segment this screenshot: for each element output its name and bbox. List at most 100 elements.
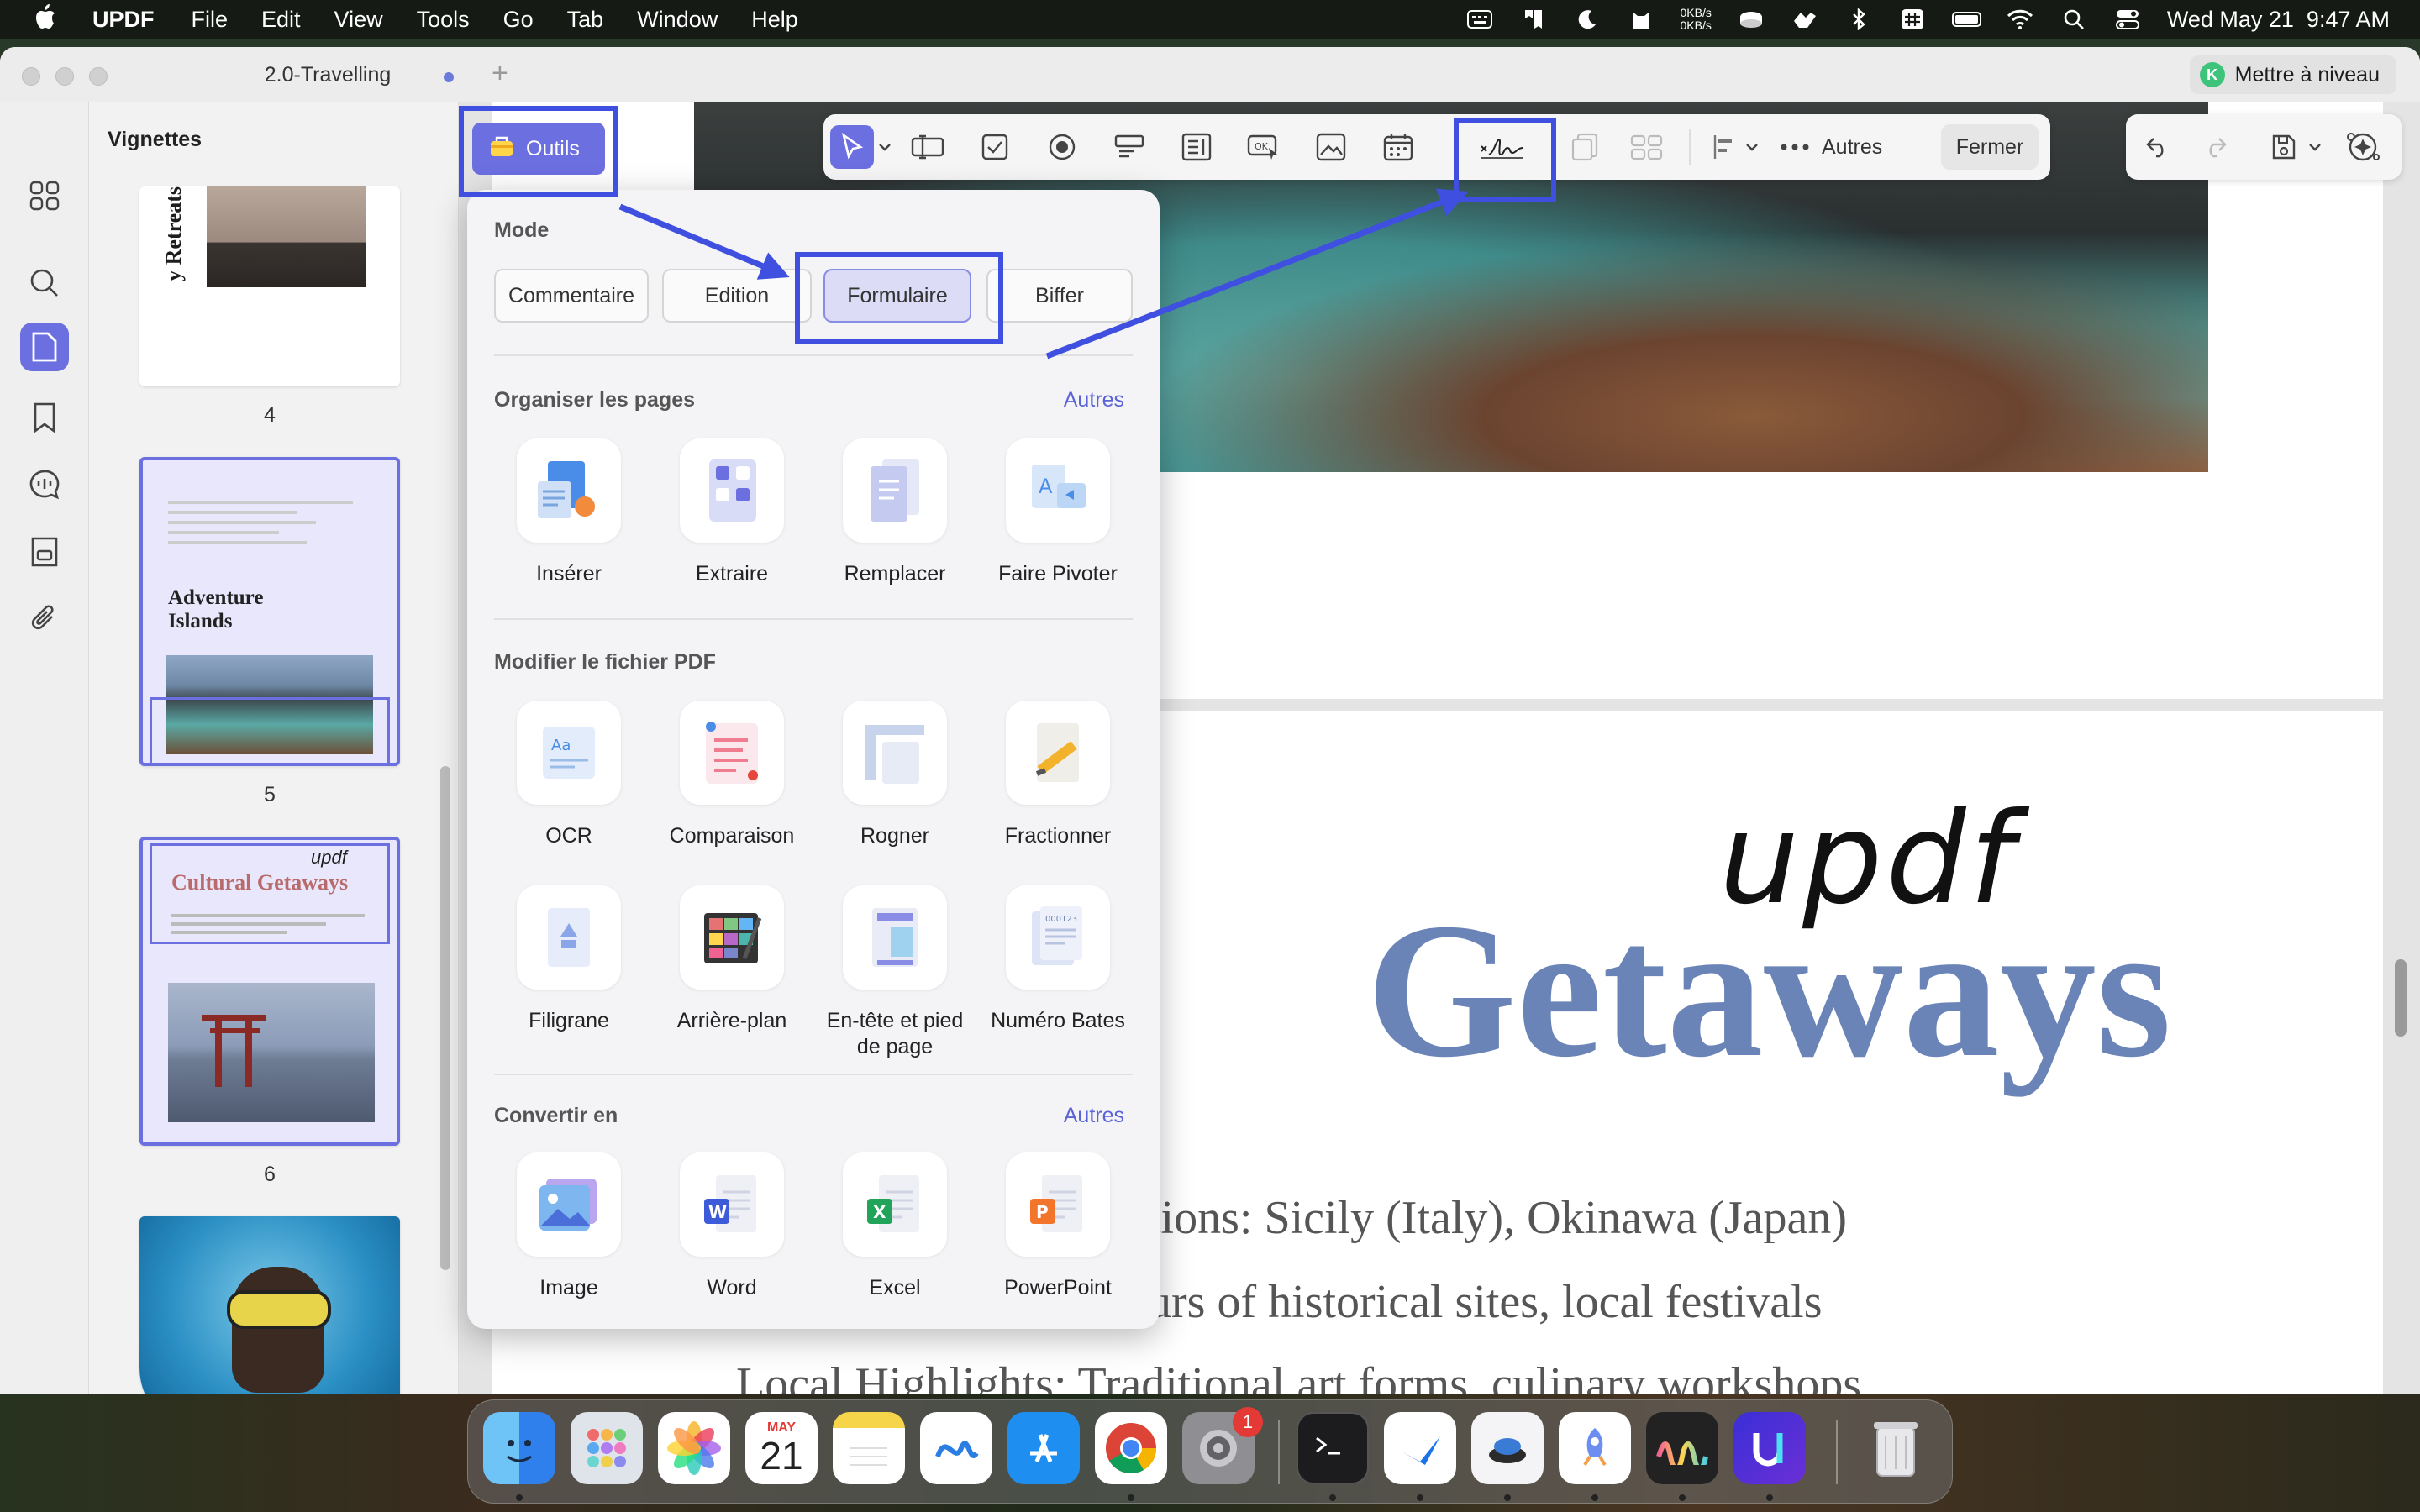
calendar-icon[interactable]: MAY 21 (745, 1412, 818, 1484)
date-field-icon[interactable] (1376, 125, 1420, 169)
comments-icon[interactable] (20, 460, 69, 509)
text-field-icon[interactable] (906, 125, 950, 169)
fermer-button[interactable]: Fermer (1941, 124, 2039, 170)
mail-app-icon[interactable] (1384, 1412, 1456, 1484)
tool-comparaison[interactable]: Comparaison (652, 701, 812, 849)
app-store-icon[interactable] (1007, 1412, 1080, 1484)
tool-entete-pied[interactable]: En-tête et pied de page (815, 885, 975, 1060)
align-chevron-down-icon[interactable] (1739, 125, 1765, 169)
rocket-app-icon[interactable] (1559, 1412, 1631, 1484)
clock[interactable]: Wed May 21 9:47 AM (2167, 7, 2390, 33)
pages-icon[interactable] (20, 323, 69, 371)
drive-app-icon[interactable] (1471, 1412, 1544, 1484)
tool-numero-bates[interactable]: 000123 Numéro Bates (978, 885, 1138, 1034)
tool-extraire[interactable]: Extraire (652, 438, 812, 587)
attachment-icon[interactable] (20, 595, 69, 643)
organize-more-link[interactable]: Autres (1064, 388, 1124, 412)
menu-go[interactable]: Go (503, 7, 534, 33)
launchpad-icon[interactable] (571, 1412, 643, 1484)
menu-window[interactable]: Window (637, 7, 718, 33)
bookmark-app-icon[interactable] (1519, 8, 1548, 30)
tool-ocr[interactable]: Aa OCR (489, 701, 649, 849)
page-thumbnail-5[interactable]: Adventure Islands (139, 457, 400, 766)
document-tab[interactable]: 2.0-Travelling (168, 47, 487, 102)
bluetooth-icon[interactable] (1844, 8, 1873, 30)
tool-convert-word[interactable]: W Word (652, 1152, 812, 1301)
photos-icon[interactable] (658, 1412, 730, 1484)
upgrade-button[interactable]: K Mettre à niveau (2189, 55, 2396, 94)
new-tab-plus-icon[interactable]: + (492, 57, 508, 90)
moon-icon[interactable] (1573, 8, 1602, 30)
dropdown-field-icon[interactable] (1107, 125, 1151, 169)
finder-icon[interactable] (483, 1412, 555, 1484)
cat-icon[interactable] (1627, 8, 1655, 30)
save-chevron-down-icon[interactable] (2302, 125, 2328, 169)
page-thumbnail-6[interactable]: updf Cultural Getaways (139, 837, 400, 1146)
page-thumbnail-7[interactable] (139, 1216, 400, 1394)
menu-edit[interactable]: Edit (261, 7, 301, 33)
tool-rogner[interactable]: Rogner (815, 701, 975, 849)
tool-filigrane[interactable]: Filigrane (489, 885, 649, 1034)
menu-file[interactable]: File (192, 7, 229, 33)
chrome-icon[interactable] (1095, 1412, 1167, 1484)
convert-more-link[interactable]: Autres (1064, 1104, 1124, 1128)
menu-tools[interactable]: Tools (417, 7, 470, 33)
tool-inserer[interactable]: Insérer (489, 438, 649, 587)
menu-tab[interactable]: Tab (567, 7, 604, 33)
image-convert-icon (517, 1152, 621, 1257)
tool-fractionner[interactable]: Fractionner (978, 701, 1138, 849)
tool-faire-pivoter[interactable]: A Faire Pivoter (978, 438, 1138, 587)
page-thumbnail-4[interactable]: y Retreats (139, 186, 400, 386)
tool-convert-image[interactable]: Image (489, 1152, 649, 1301)
tool-rogner-label: Rogner (860, 824, 929, 848)
apple-icon[interactable] (32, 3, 62, 37)
select-cursor-icon[interactable] (830, 125, 874, 169)
save-icon[interactable] (2262, 125, 2306, 169)
mode-biffer[interactable]: Biffer (986, 269, 1133, 323)
chevron-down-icon[interactable] (872, 125, 897, 169)
tool-convert-excel[interactable]: X Excel (815, 1152, 975, 1301)
tool-arriere-plan[interactable]: Arrière-plan (652, 885, 812, 1034)
mode-edition[interactable]: Edition (662, 269, 812, 323)
freeform-icon[interactable] (920, 1412, 992, 1484)
tool-convert-powerpoint[interactable]: P PowerPoint (978, 1152, 1138, 1301)
search-icon[interactable] (20, 259, 69, 307)
redo-icon[interactable] (2193, 125, 2237, 169)
radio-button-icon[interactable] (1040, 125, 1084, 169)
ai-assistant-icon[interactable] (2341, 125, 2385, 169)
bookmark-icon[interactable] (20, 393, 69, 442)
list-box-icon[interactable] (1175, 125, 1218, 169)
notes-icon[interactable] (833, 1412, 905, 1484)
thumbnails-grid-icon[interactable] (20, 171, 69, 220)
mode-commentaire[interactable]: Commentaire (494, 269, 649, 323)
menu-help[interactable]: Help (751, 7, 798, 33)
image-field-icon[interactable] (1309, 125, 1353, 169)
autres-button[interactable]: Autres (1822, 114, 1882, 180)
zoom-window-button[interactable] (89, 67, 108, 86)
document-scrollbar[interactable] (2395, 959, 2407, 1037)
control-center-icon[interactable] (2113, 8, 2142, 30)
wifi-icon[interactable] (2006, 8, 2034, 30)
grid-layout-icon[interactable] (1625, 125, 1669, 169)
terminal-icon[interactable] (1297, 1412, 1369, 1484)
checkbox-icon[interactable] (973, 125, 1017, 169)
updf-app-icon[interactable] (1733, 1412, 1806, 1484)
keyboard-icon[interactable] (1465, 8, 1494, 30)
hashtag-icon[interactable] (1898, 8, 1927, 30)
stamp-icon[interactable] (20, 528, 69, 576)
search-icon[interactable] (2060, 8, 2088, 30)
close-window-button[interactable] (22, 67, 40, 86)
tool-remplacer[interactable]: Remplacer (815, 438, 975, 587)
menu-view[interactable]: View (334, 7, 383, 33)
undo-icon[interactable] (2136, 125, 2180, 169)
thumbnails-scrollbar[interactable] (440, 766, 450, 1270)
trash-icon[interactable] (1860, 1412, 1932, 1484)
disk-icon[interactable] (1737, 8, 1765, 30)
button-field-icon[interactable]: OK (1242, 125, 1286, 169)
hand-icon[interactable] (1791, 8, 1819, 30)
wave-app-icon[interactable] (1646, 1412, 1718, 1484)
minimize-window-button[interactable] (55, 67, 74, 86)
more-dots-icon[interactable] (1778, 125, 1812, 169)
menu-app-name[interactable]: UPDF (92, 7, 155, 33)
duplicate-icon[interactable] (1563, 125, 1607, 169)
